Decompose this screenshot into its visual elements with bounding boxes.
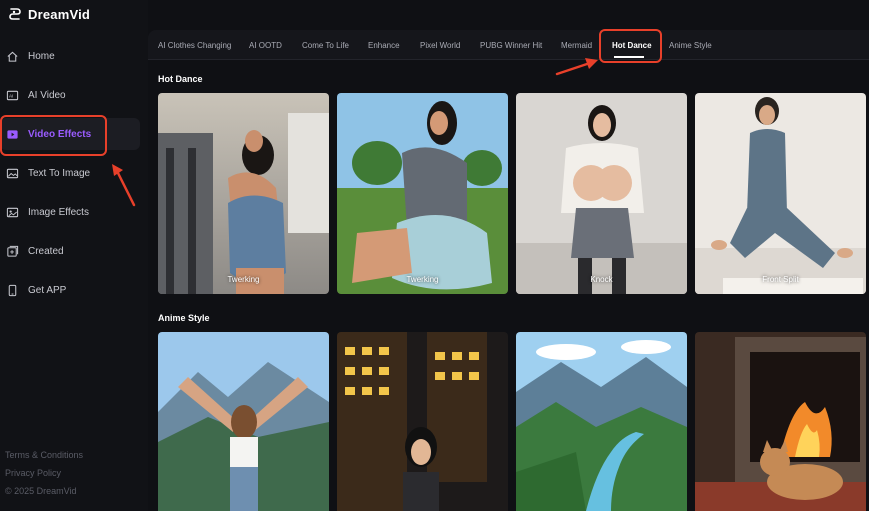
tab-ai-clothes-changing[interactable]: AI Clothes Changing [158,41,231,50]
sidebar-item-label: Image Effects [28,206,89,218]
card-label: Twerking [227,275,260,284]
tab-come-to-life[interactable]: Come To Life [302,41,349,50]
card-thumbnail [695,93,866,294]
annotation-arrow-icon [112,164,136,207]
card-thumbnail [695,332,866,511]
dreamvid-logo-icon [9,8,21,20]
tab-mermaid[interactable]: Mermaid [561,41,592,50]
effect-card[interactable]: Twerking [158,93,329,294]
sidebar-item-ai-video[interactable]: AI AI Video [0,79,140,111]
copyright-text: © 2025 DreamVid [5,486,77,496]
effect-card[interactable] [158,332,329,511]
sidebar-item-label: Home [28,50,55,62]
sidebar-item-label: AI Video [28,89,66,101]
card-label: Twerking [406,275,439,284]
tab-pixel-world[interactable]: Pixel World [420,41,460,50]
section-title-hot-dance: Hot Dance [158,74,203,84]
annotation-arrow-icon [555,58,598,76]
sidebar-item-label: Text To Image [28,167,91,179]
brand[interactable]: DreamVid [8,4,90,24]
effect-card[interactable]: Knock [516,93,687,294]
card-label: Front Split [762,275,799,284]
effect-card[interactable]: Front Split [695,93,866,294]
sidebar-footer: Terms & Conditions Privacy Policy © 2025… [5,446,83,500]
phone-icon [5,283,19,297]
ai-video-icon: AI [5,88,19,102]
effect-card[interactable] [695,332,866,511]
tab-anime-style[interactable]: Anime Style [669,41,712,50]
brand-name: DreamVid [28,6,91,22]
home-icon [5,49,19,63]
highlight-video-effects [0,115,107,156]
effect-card[interactable]: Twerking [337,93,508,294]
privacy-link[interactable]: Privacy Policy [5,464,83,482]
card-thumbnail [516,332,687,511]
sidebar-item-label: Get APP [28,284,67,296]
sidebar-item-created[interactable]: Created [0,235,140,267]
tabs-divider [148,59,869,60]
effect-card[interactable] [337,332,508,511]
image-icon [5,166,19,180]
sidebar-item-label: Created [28,245,64,257]
sidebar-item-home[interactable]: Home [0,40,140,72]
image-effects-icon [5,205,19,219]
created-icon [5,244,19,258]
effect-card[interactable] [516,332,687,511]
svg-text:AI: AI [8,93,12,98]
highlight-hot-dance-tab [599,29,662,63]
card-thumbnail [516,93,687,294]
section-title-anime-style: Anime Style [158,313,210,323]
sidebar: DreamVid Home AI AI Video Video Effects … [0,0,148,511]
terms-link[interactable]: Terms & Conditions [5,446,83,464]
card-thumbnail [158,93,329,294]
tab-pubg-winner-hit[interactable]: PUBG Winner Hit [480,41,542,50]
sidebar-item-get-app[interactable]: Get APP [0,274,140,306]
card-thumbnail [158,332,329,511]
tab-enhance[interactable]: Enhance [368,41,400,50]
card-thumbnail [337,93,508,294]
card-label: Knock [590,275,613,284]
card-thumbnail [337,332,508,511]
tab-ai-ootd[interactable]: AI OOTD [249,41,282,50]
